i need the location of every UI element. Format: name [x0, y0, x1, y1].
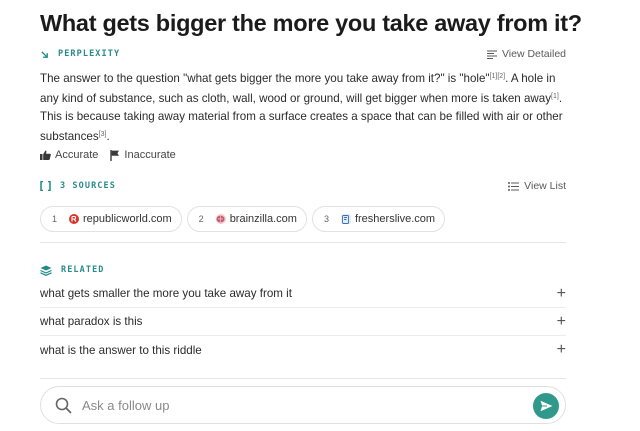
- citation-marker[interactable]: [1][2]: [490, 73, 506, 80]
- answer-text: The answer to the question "what gets bi…: [40, 68, 568, 146]
- flag-icon: [110, 149, 120, 161]
- view-detailed-button[interactable]: View Detailed: [486, 48, 566, 60]
- search-icon: [55, 397, 72, 414]
- text-lines-icon: [486, 50, 497, 59]
- related-label-text: RELATED: [61, 265, 105, 275]
- related-question: what is the answer to this riddle: [40, 343, 202, 357]
- followup-input[interactable]: [82, 397, 565, 413]
- arrow-down-right-icon: [40, 50, 49, 59]
- source-site: republicworld.com: [83, 213, 172, 225]
- republicworld-favicon-icon: [69, 214, 80, 224]
- thumbs-up-icon: [40, 150, 51, 160]
- related-label: RELATED: [40, 265, 105, 276]
- related-question: what paradox is this: [40, 315, 143, 328]
- brackets-icon: [40, 181, 51, 191]
- sources-list: 1 republicworld.com 2 brainzilla.com 3 f…: [40, 206, 450, 232]
- view-list-button[interactable]: View List: [508, 180, 566, 192]
- sources-label: 3 SOURCES: [40, 181, 116, 191]
- perplexity-label-text: PERPLEXITY: [58, 49, 121, 59]
- source-chip[interactable]: 1 republicworld.com: [40, 206, 182, 232]
- source-site: fresherslive.com: [354, 213, 436, 225]
- inaccurate-label: Inaccurate: [124, 149, 176, 161]
- source-number: 1: [52, 214, 58, 224]
- feedback-bar: Accurate Inaccurate: [40, 149, 188, 161]
- brainzilla-favicon-icon: [215, 214, 226, 224]
- source-number: 2: [198, 214, 204, 224]
- related-item[interactable]: what gets smaller the more you take away…: [40, 280, 566, 308]
- perplexity-label: PERPLEXITY: [40, 49, 120, 59]
- sources-header: 3 SOURCES View List: [40, 179, 566, 193]
- list-icon: [508, 181, 520, 191]
- citation-marker[interactable]: [1]: [551, 93, 559, 100]
- related-header: RELATED: [40, 263, 566, 277]
- source-chip[interactable]: 2 brainzilla.com: [186, 206, 307, 232]
- answer-part: .: [106, 130, 110, 143]
- section-divider: [40, 242, 566, 243]
- related-list: what gets smaller the more you take away…: [40, 280, 566, 364]
- accurate-button[interactable]: Accurate: [40, 149, 98, 161]
- plus-icon[interactable]: +: [557, 285, 566, 302]
- plus-icon[interactable]: +: [557, 313, 566, 330]
- view-list-label: View List: [524, 180, 566, 192]
- accurate-label: Accurate: [55, 149, 99, 161]
- fresherslive-favicon-icon: [340, 214, 351, 224]
- related-item[interactable]: what paradox is this +: [40, 308, 566, 336]
- section-divider: [40, 378, 566, 379]
- send-button[interactable]: [533, 393, 559, 419]
- related-item[interactable]: what is the answer to this riddle +: [40, 336, 566, 364]
- related-question: what gets smaller the more you take away…: [40, 287, 292, 300]
- plus-icon[interactable]: +: [557, 342, 566, 358]
- question-title: What gets bigger the more you take away …: [40, 10, 582, 36]
- source-chip[interactable]: 3 fresherslive.com: [311, 206, 446, 232]
- answer-header: PERPLEXITY View Detailed: [40, 47, 566, 61]
- followup-bar: [40, 386, 566, 424]
- source-site: brainzilla.com: [229, 213, 297, 225]
- answer-part: The answer to the question "what gets bi…: [40, 72, 490, 85]
- view-detailed-label: View Detailed: [501, 48, 566, 60]
- send-arrow-icon: [540, 400, 553, 412]
- inaccurate-button[interactable]: Inaccurate: [110, 149, 176, 161]
- layers-icon: [40, 265, 52, 276]
- sources-label-text: 3 SOURCES: [60, 181, 116, 191]
- answer-page: What gets bigger the more you take away …: [40, 0, 582, 431]
- source-number: 3: [323, 214, 329, 224]
